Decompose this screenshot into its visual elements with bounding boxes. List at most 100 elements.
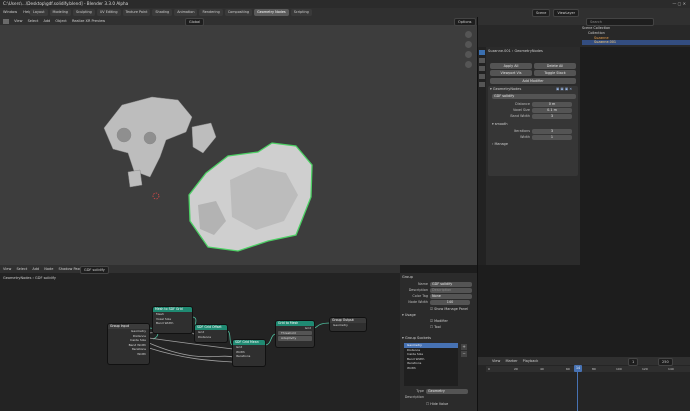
apply-all-button[interactable]: Apply All <box>490 63 532 69</box>
socket-band-width[interactable]: Band Width <box>153 321 192 326</box>
socket-threshold[interactable]: Threshold <box>278 330 312 335</box>
viewport-menu-view[interactable]: View <box>14 19 22 23</box>
usage-modifier-checkbox[interactable]: ☑ Modifier <box>430 319 448 323</box>
node-sdf-mean[interactable]: SDF Grid Mean Grid Width Iterations <box>233 340 265 366</box>
tab-modeling[interactable]: Modeling <box>49 9 71 16</box>
usage-header[interactable]: ▾ Usage <box>402 313 416 317</box>
tab-layout[interactable]: Layout <box>30 9 48 16</box>
socket-iterations[interactable]: Iterations <box>233 354 265 359</box>
color-tag-select[interactable]: None <box>430 294 472 299</box>
tab-geometry-nodes[interactable]: Geometry Nodes <box>254 9 289 16</box>
socket-distance[interactable]: Distance <box>195 335 227 340</box>
distance-field[interactable]: 0 m <box>532 102 572 107</box>
add-socket-button[interactable]: + <box>461 344 467 350</box>
node-sidebar: Group Name GDF solidify Description Desc… <box>400 273 477 411</box>
tab-animation[interactable]: Animation <box>174 9 198 16</box>
band-width-field[interactable]: 3 <box>532 114 572 119</box>
delete-all-button[interactable]: Delete All <box>534 63 576 69</box>
tick-label: 40 <box>540 367 544 371</box>
usage-tool-checkbox[interactable]: ☐ Tool <box>430 325 441 329</box>
node-width-field[interactable]: 140 <box>430 300 470 305</box>
node-grid-to-mesh[interactable]: Grid to Mesh Grid Threshold Adaptivity <box>276 321 314 347</box>
group-sockets-header[interactable]: ▾ Group Sockets <box>402 336 431 340</box>
hide-value-checkbox[interactable]: ☐ Hide Value <box>426 402 448 406</box>
description-field[interactable]: Description <box>430 288 472 293</box>
tab-sculpting[interactable]: Sculpting <box>72 9 95 16</box>
tick-label: 60 <box>566 367 570 371</box>
tab-modifier-icon[interactable] <box>479 50 485 55</box>
param-label: Distance <box>515 102 530 106</box>
node-editor[interactable]: View Select Add Node Shadow Pass GDF sol… <box>0 265 400 411</box>
timeline-menu-view[interactable]: View <box>492 359 500 363</box>
empty-area <box>580 47 690 357</box>
group-name-field[interactable]: GDF solidify <box>430 282 472 287</box>
remove-socket-button[interactable]: − <box>461 351 467 357</box>
scene-selectors: Scene ViewLayer <box>532 9 581 17</box>
viewport-menu-object[interactable]: Object <box>55 19 66 23</box>
tab-compositing[interactable]: Compositing <box>224 9 253 16</box>
window-controls[interactable]: — ▢ ✕ <box>672 1 686 6</box>
socket-width[interactable]: Width <box>108 352 149 357</box>
timeline-ruler[interactable]: 0 20 40 60 80 100 120 140 <box>486 366 690 372</box>
socket-list-item[interactable]: Width <box>404 366 458 371</box>
scene-selector[interactable]: Scene <box>532 9 551 17</box>
socket-adaptivity[interactable]: Adaptivity <box>278 336 312 341</box>
iterations-field[interactable]: 3 <box>532 129 572 134</box>
node-sdf-offset[interactable]: SDF Grid Offset Grid Distance <box>195 325 227 342</box>
timeline-menu-playback[interactable]: Playback <box>523 359 539 363</box>
viewport-vis-button[interactable]: Viewport Vis <box>490 70 532 76</box>
viewport-menu-select[interactable]: Select <box>28 19 39 23</box>
view-layer-selector[interactable]: ViewLayer <box>553 9 579 17</box>
outliner-collection[interactable]: Collection <box>588 31 605 35</box>
node-group-input[interactable]: Group Input Geometry Distance Inside Siz… <box>108 324 149 364</box>
node-mesh-to-sdf[interactable]: Mesh to SDF Grid Mesh Voxel Size Band Wi… <box>153 307 192 333</box>
node-group-output[interactable]: Group Output Geometry <box>330 318 366 331</box>
socket-type-select[interactable]: Geometry <box>426 389 468 394</box>
current-frame-indicator[interactable]: 14 <box>574 365 582 372</box>
show-manage-checkbox[interactable]: ☑ Show Manage Panel <box>430 307 468 311</box>
editor-type-icon[interactable] <box>3 18 9 24</box>
viewport[interactable]: View Select Add Object Realize XR Previe… <box>0 17 477 265</box>
modifier-panel: ▾ GeometryNodes ▣ ▣ ▣ ✕ GDF solidify Dis… <box>488 86 578 176</box>
tab-object-icon[interactable] <box>479 58 485 63</box>
smooth-subpanel-header[interactable]: ▾ smooth <box>492 122 507 126</box>
tab-uv-editing[interactable]: UV Editing <box>96 9 121 16</box>
tab-rendering[interactable]: Rendering <box>199 9 223 16</box>
tab-texture-paint[interactable]: Texture Paint <box>122 9 151 16</box>
start-frame-field[interactable]: 1 <box>628 358 639 366</box>
manage-subpanel-header[interactable]: › Manage <box>492 142 508 146</box>
width-field[interactable]: 1 <box>532 135 572 140</box>
socket-geometry[interactable]: Geometry <box>330 323 366 328</box>
outliner-root[interactable]: Scene Collection <box>582 26 610 30</box>
toggle-stack-button[interactable]: Toggle Stack <box>534 70 576 76</box>
node-width-label: Node Width <box>408 300 428 304</box>
tab-shading[interactable]: Shading <box>152 9 173 16</box>
modifier-header[interactable]: ▾ GeometryNodes <box>490 87 521 91</box>
end-frame-field[interactable]: 250 <box>658 358 673 366</box>
outliner-item-suzanne-001[interactable]: Suzanne.001 <box>594 40 616 44</box>
tab-scripting[interactable]: Scripting <box>290 9 312 16</box>
properties-breadcrumb: Suzanne.001 › GeometryNodes <box>488 49 543 53</box>
tab-constraints-icon[interactable] <box>479 74 485 79</box>
timeline-header: View Marker Playback 1 250 <box>478 357 690 366</box>
param-label: Voxel Size <box>513 108 530 112</box>
title-bar: C:\Users\...\Desktop\gdf.solidify.blend]… <box>0 0 690 8</box>
node-group-field[interactable]: GDF solidify <box>492 94 576 99</box>
outliner-search[interactable]: Search <box>586 18 654 26</box>
add-modifier-button[interactable]: Add Modifier <box>490 78 576 84</box>
viewport-menu-xr[interactable]: Realize XR Preview <box>72 19 105 23</box>
group-panel-header[interactable]: Group <box>402 275 413 279</box>
menu-window[interactable]: Window <box>3 8 17 17</box>
modifier-visibility-icons[interactable]: ▣ ▣ ▣ ✕ <box>556 87 572 91</box>
tick-label: 0 <box>488 367 490 371</box>
socket-grid[interactable]: Grid <box>276 326 314 331</box>
playhead[interactable] <box>577 372 578 411</box>
tab-data-icon[interactable] <box>479 82 485 87</box>
voxel-size-field[interactable]: 0.1 m <box>532 108 572 113</box>
timeline-menu-marker[interactable]: Marker <box>505 359 517 363</box>
description-label: Description <box>408 288 428 292</box>
window-title: C:\Users\...\Desktop\gdf.solidify.blend]… <box>3 1 129 6</box>
viewport-menu-add[interactable]: Add <box>44 19 51 23</box>
timeline[interactable]: View Marker Playback 1 250 0 20 40 60 80… <box>478 357 690 411</box>
tab-physics-icon[interactable] <box>479 66 485 71</box>
